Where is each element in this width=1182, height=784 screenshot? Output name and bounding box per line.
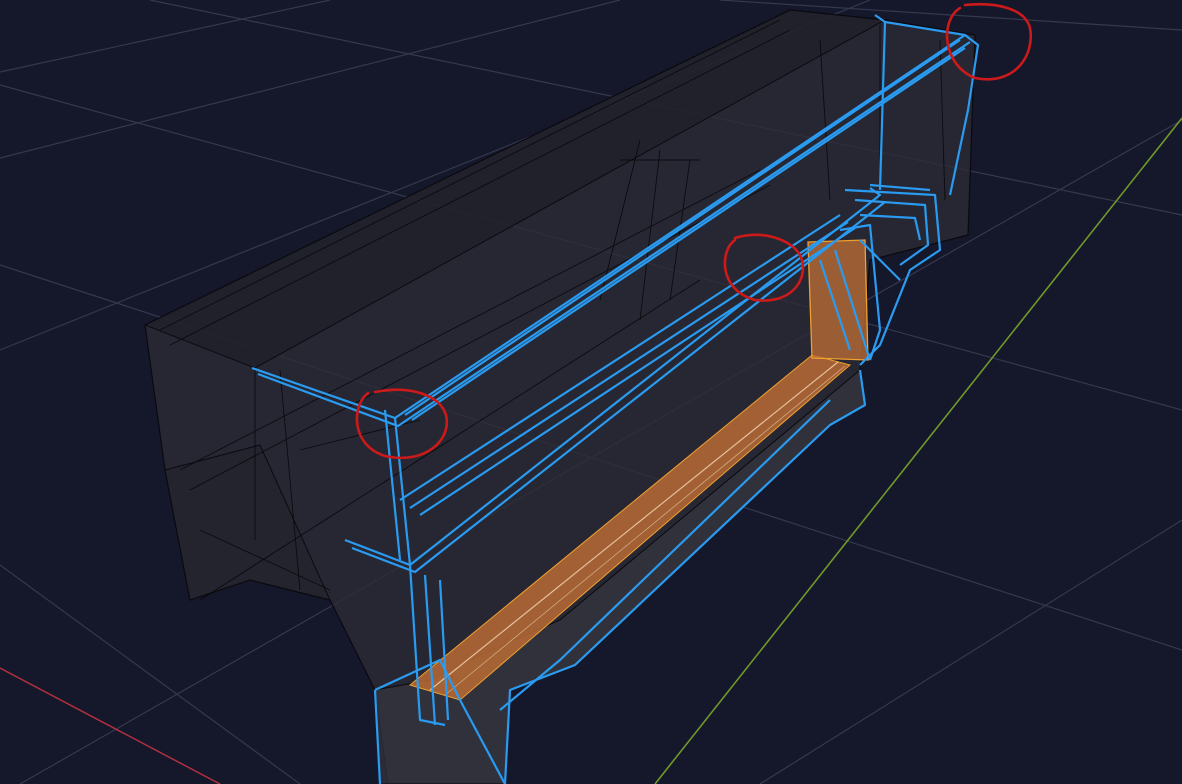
viewport-canvas[interactable] — [0, 0, 1182, 784]
3d-viewport[interactable] — [0, 0, 1182, 784]
